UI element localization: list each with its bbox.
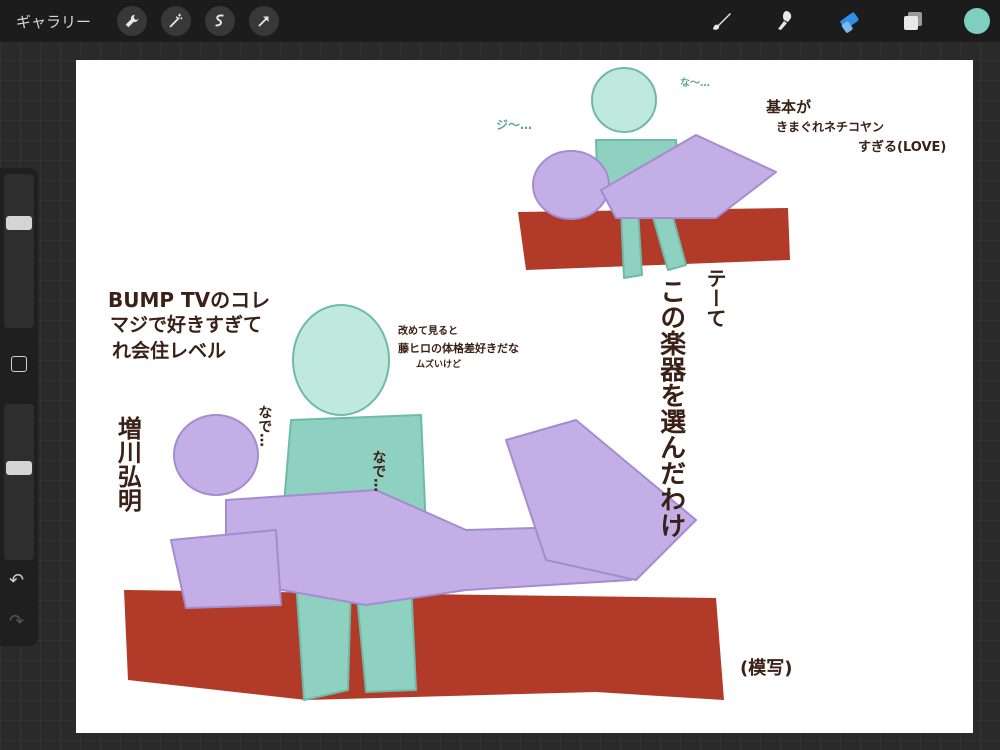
artwork xyxy=(124,67,790,701)
note-top-right-3: すぎる(LOVE) xyxy=(858,140,947,155)
selection-icon[interactable] xyxy=(205,6,236,36)
large-purple-figure xyxy=(170,414,697,609)
top-toolbar: ギャラリー xyxy=(0,0,1000,42)
eraser-icon[interactable] xyxy=(836,8,862,34)
undo-icon[interactable]: ↶ xyxy=(9,572,24,590)
brush-size-thumb[interactable] xyxy=(6,216,32,230)
brush-icon[interactable] xyxy=(708,8,734,34)
note-middle-2: 藤ヒロの体格差好きだな xyxy=(398,342,519,355)
note-middle-1: 改めて見ると xyxy=(398,326,458,337)
layers-icon[interactable] xyxy=(900,8,926,34)
note-left-2: マジで好きすぎて xyxy=(110,314,263,336)
note-top-right-2: きまぐれネチコヤン xyxy=(776,120,885,134)
note-middle-3: ムズいけど xyxy=(416,360,462,370)
note-nade-1: なで… xyxy=(256,405,273,447)
note-naa: な〜… xyxy=(680,78,710,89)
note-nade-2: なで… xyxy=(370,450,387,492)
note-name-vertical: 増川弘明 xyxy=(113,416,142,512)
note-mosha: (模写) xyxy=(740,658,793,679)
brush-size-slider[interactable] xyxy=(4,174,34,328)
color-swatch[interactable] xyxy=(964,8,990,34)
opacity-slider[interactable] xyxy=(4,404,34,560)
smudge-icon[interactable] xyxy=(772,8,798,34)
note-top-right-1: 基本が xyxy=(766,98,812,116)
note-left-1: BUMP TVのコレ xyxy=(108,288,271,312)
magic-wand-icon[interactable] xyxy=(161,6,192,36)
note-left-3: れ会住レベル xyxy=(112,340,227,362)
note-vertical-col-2: この楽器を選んだわけ xyxy=(655,278,686,538)
note-ji-sound: ジ〜… xyxy=(496,118,533,132)
note-vertical-col-1: テーて xyxy=(703,268,727,328)
square-icon[interactable] xyxy=(11,356,27,372)
gallery-button[interactable]: ギャラリー xyxy=(16,11,91,32)
arrow-cursor-icon[interactable] xyxy=(249,6,280,36)
drawing-canvas[interactable]: 基本が きまぐれネチコヤン すぎる(LOVE) BUMP TVのコレ マジで好き… xyxy=(76,60,973,733)
opacity-thumb[interactable] xyxy=(6,461,32,475)
wrench-icon[interactable] xyxy=(117,6,148,36)
redo-icon[interactable]: ↷ xyxy=(9,613,24,631)
left-sidebar: ↶ ↷ xyxy=(0,168,38,646)
